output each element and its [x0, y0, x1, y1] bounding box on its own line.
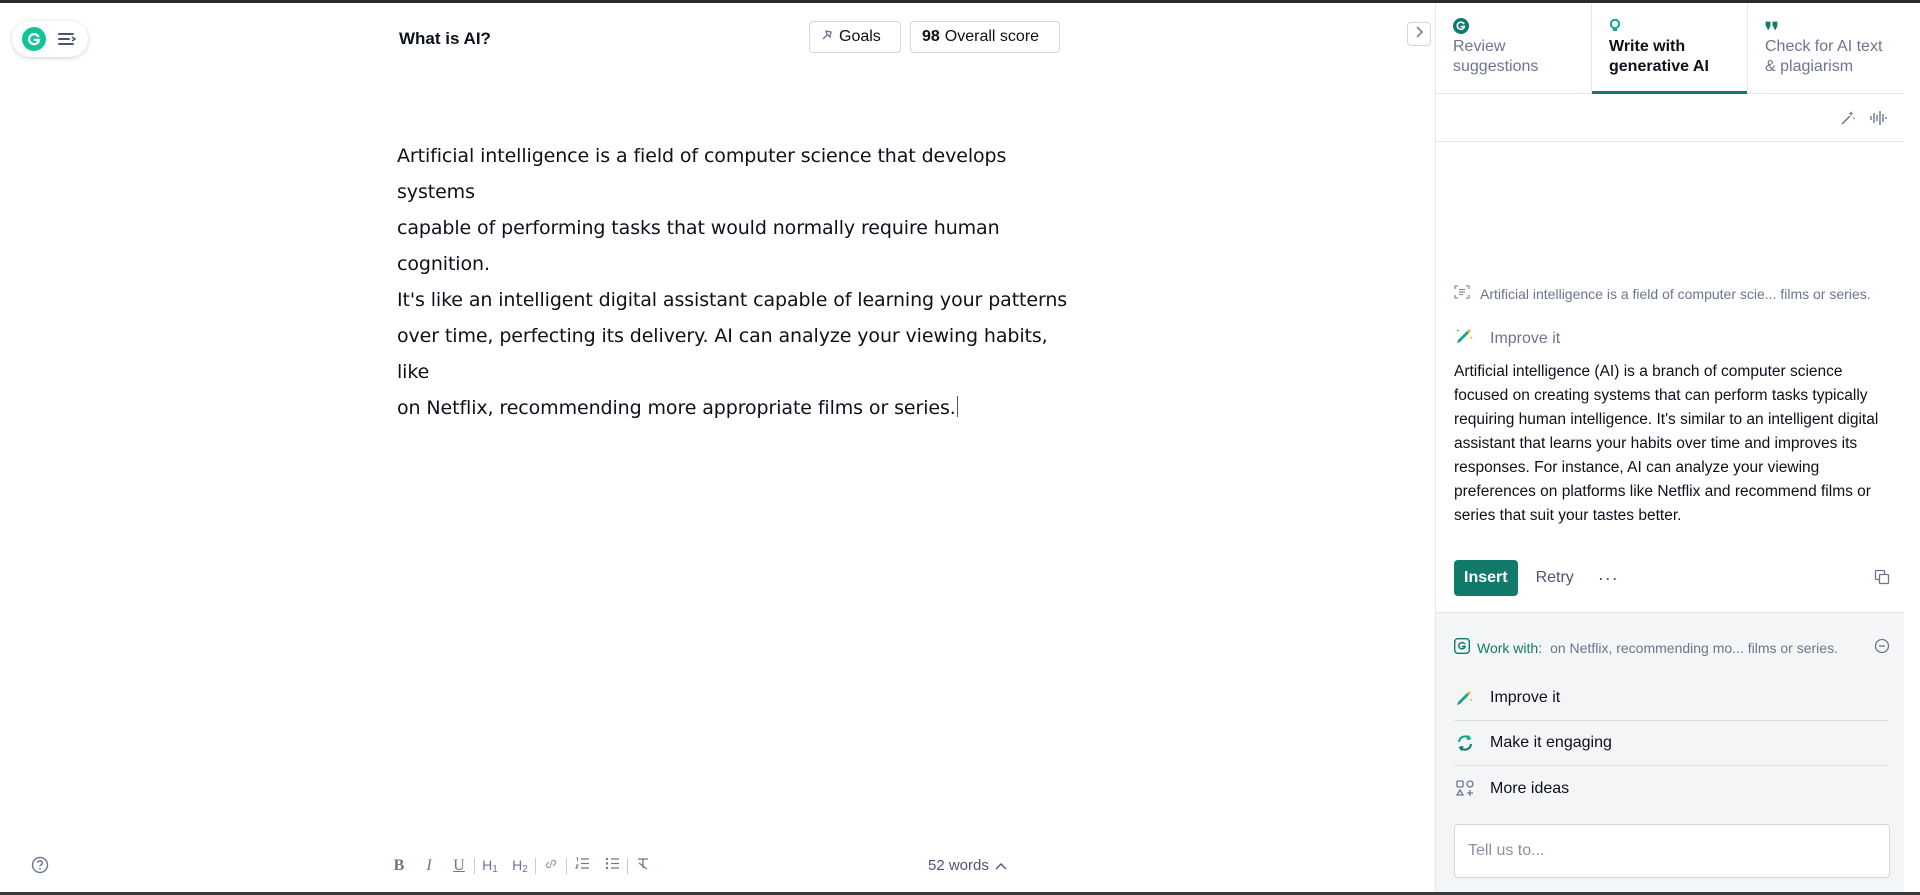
editor-line: over time, perfecting its delivery. AI c…: [397, 325, 1048, 383]
work-with-snippet: on Netflix, recommending mo... films or …: [1550, 639, 1838, 656]
h2-sub: 2: [522, 864, 528, 875]
pencil-sparkle-icon: [1454, 688, 1476, 708]
work-with-section: Work with: on Netflix, recommending mo..…: [1436, 612, 1905, 892]
voice-waveform-icon[interactable]: [1869, 110, 1887, 131]
tab-label: Review suggestions: [1453, 38, 1539, 75]
grammarly-work-icon: [1453, 637, 1471, 657]
collapse-panel-button[interactable]: [1407, 22, 1431, 46]
text-cursor: [956, 396, 958, 417]
panel-scroll-area: [1904, 3, 1920, 892]
retry-button[interactable]: Retry: [1536, 569, 1574, 587]
document-title[interactable]: What is AI?: [399, 29, 491, 49]
bold-button[interactable]: B: [384, 854, 414, 878]
refresh-icon: [1454, 734, 1476, 752]
bulleted-list-icon: [605, 857, 620, 875]
underline-button[interactable]: U: [444, 854, 474, 878]
clear-formatting-icon: [636, 857, 650, 875]
bold-label: B: [393, 857, 405, 874]
assistant-panel: Review suggestions Write with generative…: [1435, 3, 1905, 892]
improve-heading-label: Improve it: [1490, 329, 1561, 347]
context-snippet: Artificial intelligence is a field of co…: [1480, 285, 1871, 302]
chevron-up-icon: [995, 857, 1007, 874]
heading1-button[interactable]: H1: [475, 854, 505, 878]
overall-score-button[interactable]: 98 Overall score: [910, 21, 1060, 53]
panel-subbar: [1436, 94, 1905, 142]
panel-tabs: Review suggestions Write with generative…: [1436, 3, 1905, 94]
app-menu-pill[interactable]: [12, 21, 88, 57]
score-label: Overall score: [944, 28, 1040, 45]
formatting-toolbar: B I U H1 H2: [384, 854, 658, 878]
suggestion-more-ideas[interactable]: More ideas: [1454, 766, 1888, 811]
suggestion-make-it-engaging[interactable]: Make it engaging: [1454, 721, 1888, 766]
improve-it-heading: Improve it: [1454, 326, 1560, 351]
word-count-button[interactable]: 52 words: [928, 857, 1007, 874]
tab-review-suggestions[interactable]: Review suggestions: [1436, 3, 1592, 93]
suggestion-label: Improve it: [1490, 689, 1561, 706]
result-actions: Insert Retry ···: [1454, 559, 1890, 597]
underline-label: U: [453, 857, 465, 874]
tab-label: Write with generative AI: [1609, 38, 1709, 75]
help-icon[interactable]: [31, 856, 49, 874]
editor-line-last: on Netflix, recommending more appropriat…: [397, 390, 1072, 426]
work-with-label: Work with:: [1477, 639, 1543, 656]
editor-line: on Netflix, recommending more appropriat…: [397, 397, 956, 419]
selected-context: Artificial intelligence is a field of co…: [1454, 284, 1894, 303]
focus-text-icon: [1454, 284, 1470, 303]
h1-sub: 1: [492, 864, 498, 875]
grid-shapes-icon: [1454, 779, 1476, 798]
suggestion-label: More ideas: [1490, 779, 1570, 797]
sparkle-icon[interactable]: [1840, 110, 1856, 131]
chevron-right-icon: [1414, 25, 1424, 43]
remove-selection-icon[interactable]: [1874, 638, 1890, 657]
word-count-label: 52 words: [928, 857, 989, 874]
lightbulb-icon: [1609, 18, 1747, 34]
quote-icon: [1765, 18, 1905, 34]
document-editor[interactable]: Artificial intelligence is a field of co…: [397, 138, 1072, 426]
grammarly-icon: [1453, 18, 1591, 34]
bulleted-list-button[interactable]: [597, 854, 627, 878]
numbered-list-button[interactable]: [567, 854, 597, 878]
score-value: 98: [922, 28, 940, 45]
pencil-sparkle-icon: [1454, 326, 1476, 351]
tab-label: Check for AI text & plagiarism: [1765, 38, 1883, 75]
goals-button[interactable]: Goals: [809, 21, 901, 53]
insert-button[interactable]: Insert: [1454, 560, 1518, 596]
h1-label: H: [482, 857, 493, 873]
italic-label: I: [426, 857, 432, 874]
link-button[interactable]: [536, 854, 566, 878]
tab-write-with-generative-ai[interactable]: Write with generative AI: [1592, 3, 1748, 94]
generated-result-text: Artificial intelligence (AI) is a branch…: [1454, 363, 1879, 524]
numbered-list-icon: [574, 857, 590, 875]
editor-line: Artificial intelligence is a field of co…: [397, 145, 1007, 203]
editor-line: capable of performing tasks that would n…: [397, 217, 1000, 275]
h2-label: H: [512, 857, 523, 873]
clear-formatting-button[interactable]: [628, 854, 658, 878]
document-menu-icon[interactable]: [58, 32, 76, 46]
goals-icon: [821, 28, 833, 46]
copy-icon[interactable]: [1874, 569, 1890, 590]
work-with-line: Work with: on Netflix, recommending mo..…: [1453, 637, 1890, 657]
tab-check-ai-plagiarism[interactable]: Check for AI text & plagiarism: [1748, 3, 1905, 93]
grammarly-logo-icon[interactable]: [22, 27, 46, 51]
more-options-button[interactable]: ···: [1598, 568, 1619, 589]
prompt-input[interactable]: Tell us to...: [1454, 824, 1890, 878]
suggestion-label: Make it engaging: [1490, 734, 1612, 751]
suggestion-improve-it[interactable]: Improve it: [1454, 676, 1888, 721]
italic-button[interactable]: I: [414, 854, 444, 878]
goals-label: Goals: [839, 28, 881, 45]
link-icon: [544, 857, 558, 876]
editor-line: It's like an intelligent digital assista…: [397, 289, 1068, 311]
heading2-button[interactable]: H2: [505, 854, 535, 878]
